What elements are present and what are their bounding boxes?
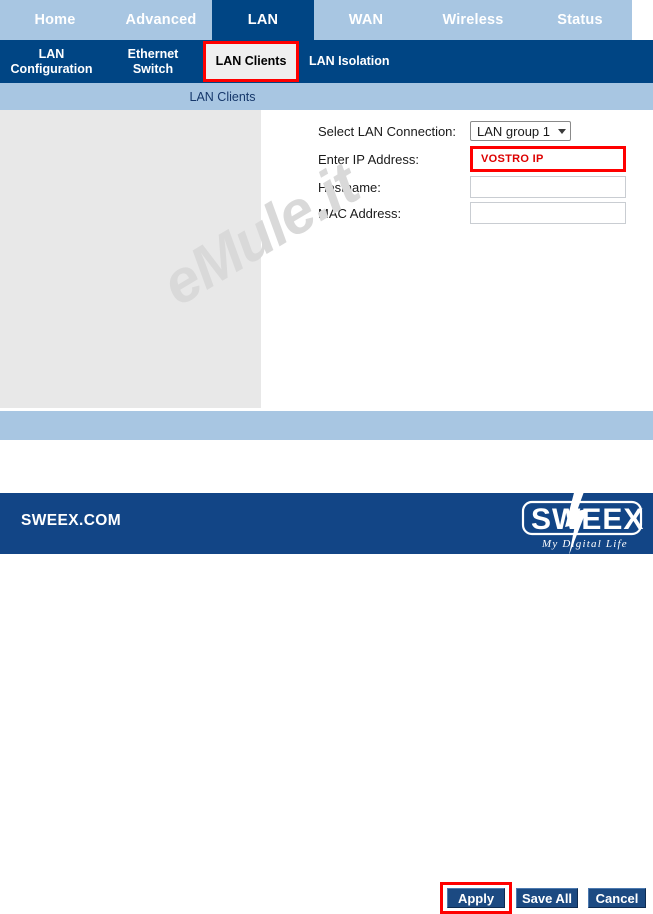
subnav-tab-ethernet-switch[interactable]: Ethernet Switch — [103, 40, 203, 83]
section-divider-band — [0, 411, 653, 440]
nav-tab-advanced-label: Advanced — [125, 12, 197, 28]
subnav-tab-lan-isolation[interactable]: LAN Isolation — [299, 40, 429, 83]
ip-address-label: Enter IP Address: — [318, 151, 419, 167]
hostname-label: Hostname: — [318, 179, 381, 195]
svg-text:My Digital Life: My Digital Life — [541, 538, 628, 550]
form-row-hostname: Hostname: — [318, 174, 638, 200]
nav-tab-status-label: Status — [557, 12, 603, 28]
nav-tab-lan-label: LAN — [247, 12, 279, 28]
apply-button[interactable]: Apply — [447, 888, 505, 908]
left-side-panel — [0, 110, 261, 408]
lan-connection-label: Select LAN Connection: — [318, 123, 457, 139]
nav-tab-advanced[interactable]: Advanced — [110, 0, 212, 40]
footer-brand-text: SWEEX.COM — [21, 512, 122, 529]
form-row-ip-address: Enter IP Address: VOSTRO IP — [318, 144, 638, 174]
nav-tab-wan-label: WAN — [348, 12, 384, 28]
page-footer: SWEEX.COM SWEEX My Digital Life — [0, 489, 653, 555]
nav-tab-home-label: Home — [34, 12, 76, 28]
nav-tab-status[interactable]: Status — [528, 0, 632, 40]
subnav-tab-lan-isolation-label: LAN Isolation — [309, 54, 390, 69]
save-all-button[interactable]: Save All — [516, 888, 578, 908]
breadcrumb: LAN Clients — [189, 89, 256, 104]
sweex-logo: SWEEX My Digital Life — [517, 489, 647, 555]
nav-tab-wan[interactable]: WAN — [314, 0, 418, 40]
nav-tab-lan[interactable]: LAN — [212, 0, 314, 40]
action-button-row: Apply Save All Cancel — [0, 440, 653, 914]
nav-tab-home[interactable]: Home — [0, 0, 110, 40]
main-navigation-bar: Home Advanced LAN WAN Wireless Status — [0, 0, 632, 40]
breadcrumb-bar: LAN Clients — [0, 83, 653, 110]
subnav-tab-lan-clients[interactable]: LAN Clients — [203, 41, 299, 82]
hostname-input[interactable] — [470, 176, 626, 198]
ip-address-value: VOSTRO IP — [481, 153, 544, 165]
subnav-tab-lan-clients-label: LAN Clients — [215, 54, 287, 69]
lan-connection-select[interactable]: LAN group 1 — [470, 121, 571, 141]
subnav-tab-lan-configuration[interactable]: LAN Configuration — [0, 40, 103, 83]
apply-button-label: Apply — [457, 890, 495, 906]
sweex-logo-icon: SWEEX My Digital Life — [521, 489, 644, 555]
svg-text:SWEEX: SWEEX — [531, 503, 644, 536]
mac-address-label: MAC Address: — [318, 205, 402, 221]
subnav-tab-ethernet-switch-label: Ethernet Switch — [127, 47, 179, 76]
sub-navigation-bar: LAN Configuration Ethernet Switch LAN Cl… — [0, 40, 653, 83]
subnav-tab-lan-configuration-label: LAN Configuration — [10, 47, 93, 76]
form-row-mac-address: MAC Address: — [318, 200, 638, 226]
ip-address-input[interactable]: VOSTRO IP — [470, 146, 626, 172]
lan-clients-form: Select LAN Connection: LAN group 1 Enter… — [318, 118, 638, 226]
nav-tab-wireless[interactable]: Wireless — [418, 0, 528, 40]
form-row-lan-connection: Select LAN Connection: LAN group 1 — [318, 118, 638, 144]
mac-address-input[interactable] — [470, 202, 626, 224]
content-area: Select LAN Connection: LAN group 1 Enter… — [0, 110, 653, 408]
lan-connection-selected-value: LAN group 1 — [477, 123, 550, 139]
chevron-down-icon — [558, 128, 566, 134]
cancel-button-label: Cancel — [595, 890, 639, 906]
save-all-button-label: Save All — [521, 890, 573, 906]
cancel-button[interactable]: Cancel — [588, 888, 646, 908]
nav-tab-wireless-label: Wireless — [442, 12, 504, 28]
